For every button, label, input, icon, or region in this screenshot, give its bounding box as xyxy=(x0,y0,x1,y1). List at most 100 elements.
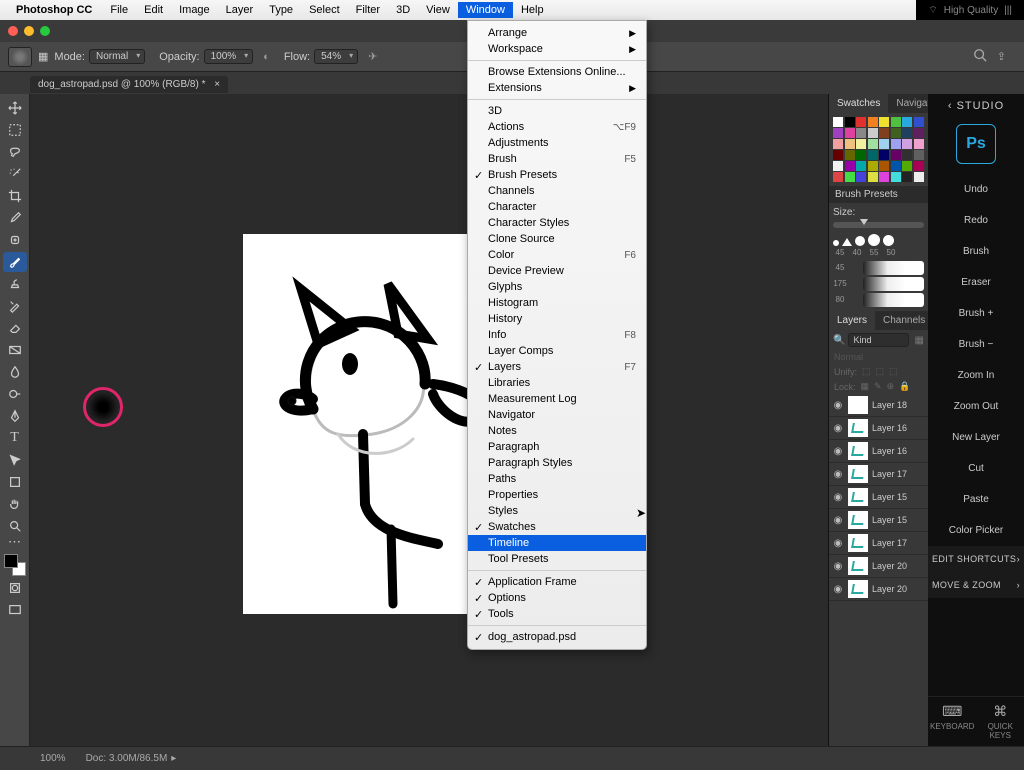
unify-position-icon[interactable]: ⬚ xyxy=(862,366,871,377)
menu-item-clone-source[interactable]: Clone Source xyxy=(468,231,646,247)
document-canvas[interactable] xyxy=(243,234,496,614)
swatch[interactable] xyxy=(833,128,843,138)
swatch[interactable] xyxy=(902,150,912,160)
swatch[interactable] xyxy=(833,139,843,149)
menu-select[interactable]: Select xyxy=(301,2,348,18)
document-tab[interactable]: dog_astropad.psd @ 100% (RGB/8) * × xyxy=(30,76,228,93)
zoom-tool[interactable] xyxy=(3,516,27,536)
menu-3d[interactable]: 3D xyxy=(388,2,418,18)
zoom-level[interactable]: 100% xyxy=(40,753,66,764)
swatch[interactable] xyxy=(891,161,901,171)
menu-item-notes[interactable]: Notes xyxy=(468,423,646,439)
swatch[interactable] xyxy=(879,128,889,138)
foreground-color-swatch[interactable] xyxy=(4,554,18,568)
visibility-eye-icon[interactable]: ◉ xyxy=(832,584,844,595)
layer-thumbnail[interactable] xyxy=(848,442,868,460)
toolbox-more-icon[interactable]: ⋯ xyxy=(3,538,27,546)
eraser-tool[interactable] xyxy=(3,318,27,338)
swatch[interactable] xyxy=(856,128,866,138)
swatch[interactable] xyxy=(868,172,878,182)
brush-size-num[interactable]: 80 xyxy=(833,295,847,304)
menu-item-character-styles[interactable]: Character Styles xyxy=(468,215,646,231)
eyedropper-tool[interactable] xyxy=(3,208,27,228)
marquee-tool[interactable] xyxy=(3,120,27,140)
layer-name[interactable]: Layer 15 xyxy=(872,492,907,502)
menu-item-timeline[interactable]: Timeline xyxy=(468,535,646,551)
menu-item-properties[interactable]: Properties xyxy=(468,487,646,503)
lasso-tool[interactable] xyxy=(3,142,27,162)
pen-tool[interactable] xyxy=(3,406,27,426)
swatch[interactable] xyxy=(845,161,855,171)
menu-item-measurement-log[interactable]: Measurement Log xyxy=(468,391,646,407)
swatch[interactable] xyxy=(868,139,878,149)
menu-item-libraries[interactable]: Libraries xyxy=(468,375,646,391)
menu-item-info[interactable]: InfoF8 xyxy=(468,327,646,343)
swatch[interactable] xyxy=(902,117,912,127)
menu-item-actions[interactable]: Actions⌥F9 xyxy=(468,119,646,135)
layer-name[interactable]: Layer 16 xyxy=(872,446,907,456)
channels-tab[interactable]: Channels xyxy=(875,311,928,330)
swatch[interactable] xyxy=(879,161,889,171)
canvas-area[interactable] xyxy=(30,94,828,746)
swatch[interactable] xyxy=(845,128,855,138)
swatch[interactable] xyxy=(914,161,924,171)
astropad-new-layer-button[interactable]: New Layer xyxy=(928,422,1024,453)
brush-size-num[interactable]: 45 xyxy=(833,263,847,272)
menu-item-history[interactable]: History xyxy=(468,311,646,327)
opacity-pressure-icon[interactable]: ◐ xyxy=(263,51,270,63)
doc-info-arrow-icon[interactable]: ▸ xyxy=(171,753,176,764)
unify-visibility-icon[interactable]: ⬚ xyxy=(876,366,885,377)
move-zoom-button[interactable]: MOVE & ZOOM› xyxy=(928,572,1024,598)
swatch[interactable] xyxy=(891,139,901,149)
menu-edit[interactable]: Edit xyxy=(136,2,171,18)
lock-transparent-icon[interactable]: ▦ xyxy=(861,381,870,392)
photoshop-app-icon[interactable]: Ps xyxy=(956,124,996,164)
layer-row[interactable]: ◉Layer 15 xyxy=(829,486,928,509)
visibility-eye-icon[interactable]: ◉ xyxy=(832,561,844,572)
swatch[interactable] xyxy=(845,139,855,149)
menu-item-workspace[interactable]: Workspace▶ xyxy=(468,41,646,57)
layer-filter-icon[interactable]: 🔍 xyxy=(833,335,845,346)
menu-item-paths[interactable]: Paths xyxy=(468,471,646,487)
menu-item-layer-comps[interactable]: Layer Comps xyxy=(468,343,646,359)
brush-size-num[interactable]: 175 xyxy=(833,279,847,288)
astropad-zoom-in-button[interactable]: Zoom In xyxy=(928,360,1024,391)
swatch[interactable] xyxy=(856,150,866,160)
astropad-undo-button[interactable]: Undo xyxy=(928,174,1024,205)
dodge-tool[interactable] xyxy=(3,384,27,404)
swatch[interactable] xyxy=(833,161,843,171)
brush-row-icons[interactable] xyxy=(833,234,924,246)
crop-tool[interactable] xyxy=(3,186,27,206)
layer-name[interactable]: Layer 20 xyxy=(872,561,907,571)
layer-row[interactable]: ◉Layer 20 xyxy=(829,578,928,601)
astropad-cut-button[interactable]: Cut xyxy=(928,453,1024,484)
menu-item-dog-astropad-psd[interactable]: ✓dog_astropad.psd xyxy=(468,629,646,645)
history-brush-tool[interactable] xyxy=(3,296,27,316)
swatch[interactable] xyxy=(914,172,924,182)
swatch[interactable] xyxy=(914,128,924,138)
swatch[interactable] xyxy=(868,128,878,138)
swatch[interactable] xyxy=(914,117,924,127)
layer-thumbnail[interactable] xyxy=(848,396,868,414)
swatch[interactable] xyxy=(856,117,866,127)
wifi-icon[interactable]: ⌔ xyxy=(928,4,937,17)
menu-item-extensions[interactable]: Extensions▶ xyxy=(468,80,646,96)
layer-name[interactable]: Layer 17 xyxy=(872,469,907,479)
layer-thumbnail[interactable] xyxy=(848,511,868,529)
layer-thumbnail[interactable] xyxy=(848,534,868,552)
brush-stroke-sample[interactable] xyxy=(863,261,924,275)
menu-item-browse-extensions-online-[interactable]: Browse Extensions Online... xyxy=(468,64,646,80)
swatch[interactable] xyxy=(833,172,843,182)
layer-row[interactable]: ◉Layer 15 xyxy=(829,509,928,532)
layer-name[interactable]: Layer 17 xyxy=(872,538,907,548)
menu-layer[interactable]: Layer xyxy=(218,2,262,18)
zoom-window-icon[interactable] xyxy=(40,26,50,36)
menu-item-glyphs[interactable]: Glyphs xyxy=(468,279,646,295)
visibility-eye-icon[interactable]: ◉ xyxy=(832,446,844,457)
menu-help[interactable]: Help xyxy=(513,2,552,18)
menu-item-paragraph[interactable]: Paragraph xyxy=(468,439,646,455)
swatch[interactable] xyxy=(845,150,855,160)
quick-keys-button[interactable]: ⌘QUICK KEYS xyxy=(976,697,1024,746)
swatch[interactable] xyxy=(891,117,901,127)
swatch[interactable] xyxy=(833,117,843,127)
